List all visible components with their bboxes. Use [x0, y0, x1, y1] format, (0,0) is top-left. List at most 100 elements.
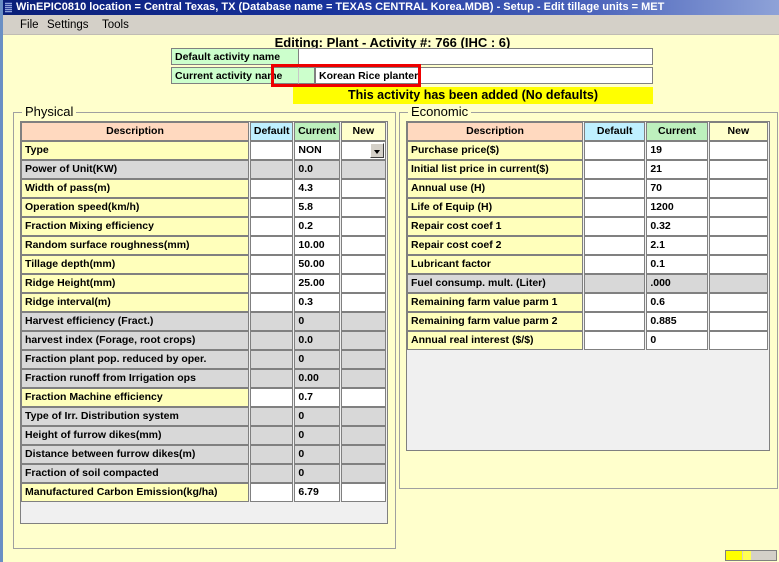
physical-new-field[interactable]: [340, 198, 387, 217]
physical-default-field[interactable]: [250, 293, 294, 312]
economic-default-field[interactable]: [584, 198, 646, 217]
economic-current-field[interactable]: 0.885: [646, 312, 708, 331]
physical-new-field: [340, 312, 387, 331]
economic-new-field[interactable]: [708, 217, 768, 236]
physical-column-header-description: Description: [21, 122, 249, 141]
default-activity-input[interactable]: [298, 48, 653, 65]
physical-default-field[interactable]: [250, 274, 294, 293]
economic-current-field[interactable]: 0.6: [646, 293, 708, 312]
economic-default-field[interactable]: [584, 217, 646, 236]
physical-current-field[interactable]: 5.8: [294, 198, 340, 217]
chevron-down-icon[interactable]: [370, 143, 385, 158]
physical-row: Height of furrow dikes(mm) 0: [21, 426, 387, 445]
menu-item-settings[interactable]: Settings: [43, 18, 93, 32]
physical-current-field[interactable]: 25.00: [294, 274, 340, 293]
economic-current-field[interactable]: 2.1: [646, 236, 708, 255]
physical-row-label: Random surface roughness(mm): [21, 236, 249, 255]
economic-new-field[interactable]: [708, 236, 768, 255]
economic-current-field: .000: [646, 274, 708, 293]
economic-current-field[interactable]: 19: [646, 141, 708, 160]
economic-current-field[interactable]: 0.32: [646, 217, 708, 236]
menu-item-tools[interactable]: Tools: [98, 18, 133, 32]
physical-new-field[interactable]: [340, 274, 387, 293]
economic-new-field[interactable]: [708, 179, 768, 198]
physical-new-field[interactable]: [340, 179, 387, 198]
physical-row: Tillage depth(mm) 50.00: [21, 255, 387, 274]
physical-new-field[interactable]: [340, 483, 387, 502]
physical-new-field: [340, 331, 387, 350]
economic-current-field[interactable]: 70: [646, 179, 708, 198]
physical-default-field: [250, 407, 294, 426]
physical-default-field[interactable]: [250, 483, 294, 502]
physical-current-field[interactable]: 50.00: [294, 255, 340, 274]
economic-current-field[interactable]: 1200: [646, 198, 708, 217]
current-activity-color-swatch: [298, 67, 315, 84]
bottom-right-widget-stub[interactable]: [725, 550, 777, 561]
physical-group: Physical Description Default Current New Typ…: [13, 104, 396, 549]
economic-default-field: [584, 274, 646, 293]
economic-default-field[interactable]: [584, 293, 646, 312]
economic-default-field[interactable]: [584, 141, 646, 160]
current-activity-label: Current activity name: [171, 67, 298, 84]
physical-default-field: [250, 160, 294, 179]
physical-current-field[interactable]: 0.2: [294, 217, 340, 236]
physical-default-field[interactable]: [250, 198, 294, 217]
physical-header-row: Description Default Current New: [21, 122, 387, 141]
current-activity-row: Current activity name Korean Rice plante…: [171, 67, 653, 84]
economic-new-field: [708, 274, 768, 293]
economic-current-field[interactable]: 21: [646, 160, 708, 179]
current-activity-input[interactable]: Korean Rice planter: [315, 67, 653, 84]
economic-default-field[interactable]: [584, 255, 646, 274]
economic-row: Annual use (H) 70: [407, 179, 769, 198]
physical-new-field[interactable]: [340, 388, 387, 407]
physical-default-field[interactable]: [250, 217, 294, 236]
physical-current-field[interactable]: 0.3: [294, 293, 340, 312]
economic-row: Annual real interest ($/$) 0: [407, 331, 769, 350]
physical-new-dropdown[interactable]: [340, 141, 387, 160]
physical-column-header-current: Current: [294, 122, 340, 141]
economic-new-field[interactable]: [708, 160, 768, 179]
economic-default-field[interactable]: [584, 331, 646, 350]
economic-new-field[interactable]: [708, 331, 768, 350]
economic-column-header-description: Description: [407, 122, 583, 141]
economic-default-field[interactable]: [584, 312, 646, 331]
economic-column-header-default: Default: [584, 122, 646, 141]
menu-item-file[interactable]: File: [16, 18, 43, 32]
economic-row-label: Life of Equip (H): [407, 198, 583, 217]
economic-row: Repair cost coef 2 2.1: [407, 236, 769, 255]
physical-row: Type of Irr. Distribution system 0: [21, 407, 387, 426]
physical-new-field[interactable]: [340, 293, 387, 312]
physical-default-field[interactable]: [250, 236, 294, 255]
economic-default-field[interactable]: [584, 236, 646, 255]
economic-current-field[interactable]: 0: [646, 331, 708, 350]
physical-default-field[interactable]: [250, 179, 294, 198]
physical-default-field[interactable]: [250, 388, 294, 407]
physical-default-field[interactable]: [250, 255, 294, 274]
economic-header-row: Description Default Current New: [407, 122, 769, 141]
titlebar-grip-icon: [5, 2, 12, 13]
economic-new-field[interactable]: [708, 198, 768, 217]
physical-current-field[interactable]: NON: [294, 141, 340, 160]
physical-current-field[interactable]: 0.7: [294, 388, 340, 407]
economic-new-field[interactable]: [708, 312, 768, 331]
physical-new-field: [340, 426, 387, 445]
economic-new-field[interactable]: [708, 293, 768, 312]
economic-new-field[interactable]: [708, 255, 768, 274]
economic-row-label: Repair cost coef 1: [407, 217, 583, 236]
physical-current-field: 0: [294, 407, 340, 426]
economic-column-header-current: Current: [646, 122, 708, 141]
physical-default-field[interactable]: [250, 141, 294, 160]
economic-current-field[interactable]: 0.1: [646, 255, 708, 274]
physical-new-field[interactable]: [340, 217, 387, 236]
physical-row-label: Type of Irr. Distribution system: [21, 407, 249, 426]
physical-current-field[interactable]: 10.00: [294, 236, 340, 255]
economic-default-field[interactable]: [584, 179, 646, 198]
physical-new-field[interactable]: [340, 255, 387, 274]
economic-default-field[interactable]: [584, 160, 646, 179]
economic-row: Initial list price in current($) 21: [407, 160, 769, 179]
physical-new-field[interactable]: [340, 236, 387, 255]
physical-current-field[interactable]: 6.79: [294, 483, 340, 502]
economic-new-field[interactable]: [708, 141, 768, 160]
physical-current-field[interactable]: 4.3: [294, 179, 340, 198]
physical-column-header-new: New: [340, 122, 387, 141]
